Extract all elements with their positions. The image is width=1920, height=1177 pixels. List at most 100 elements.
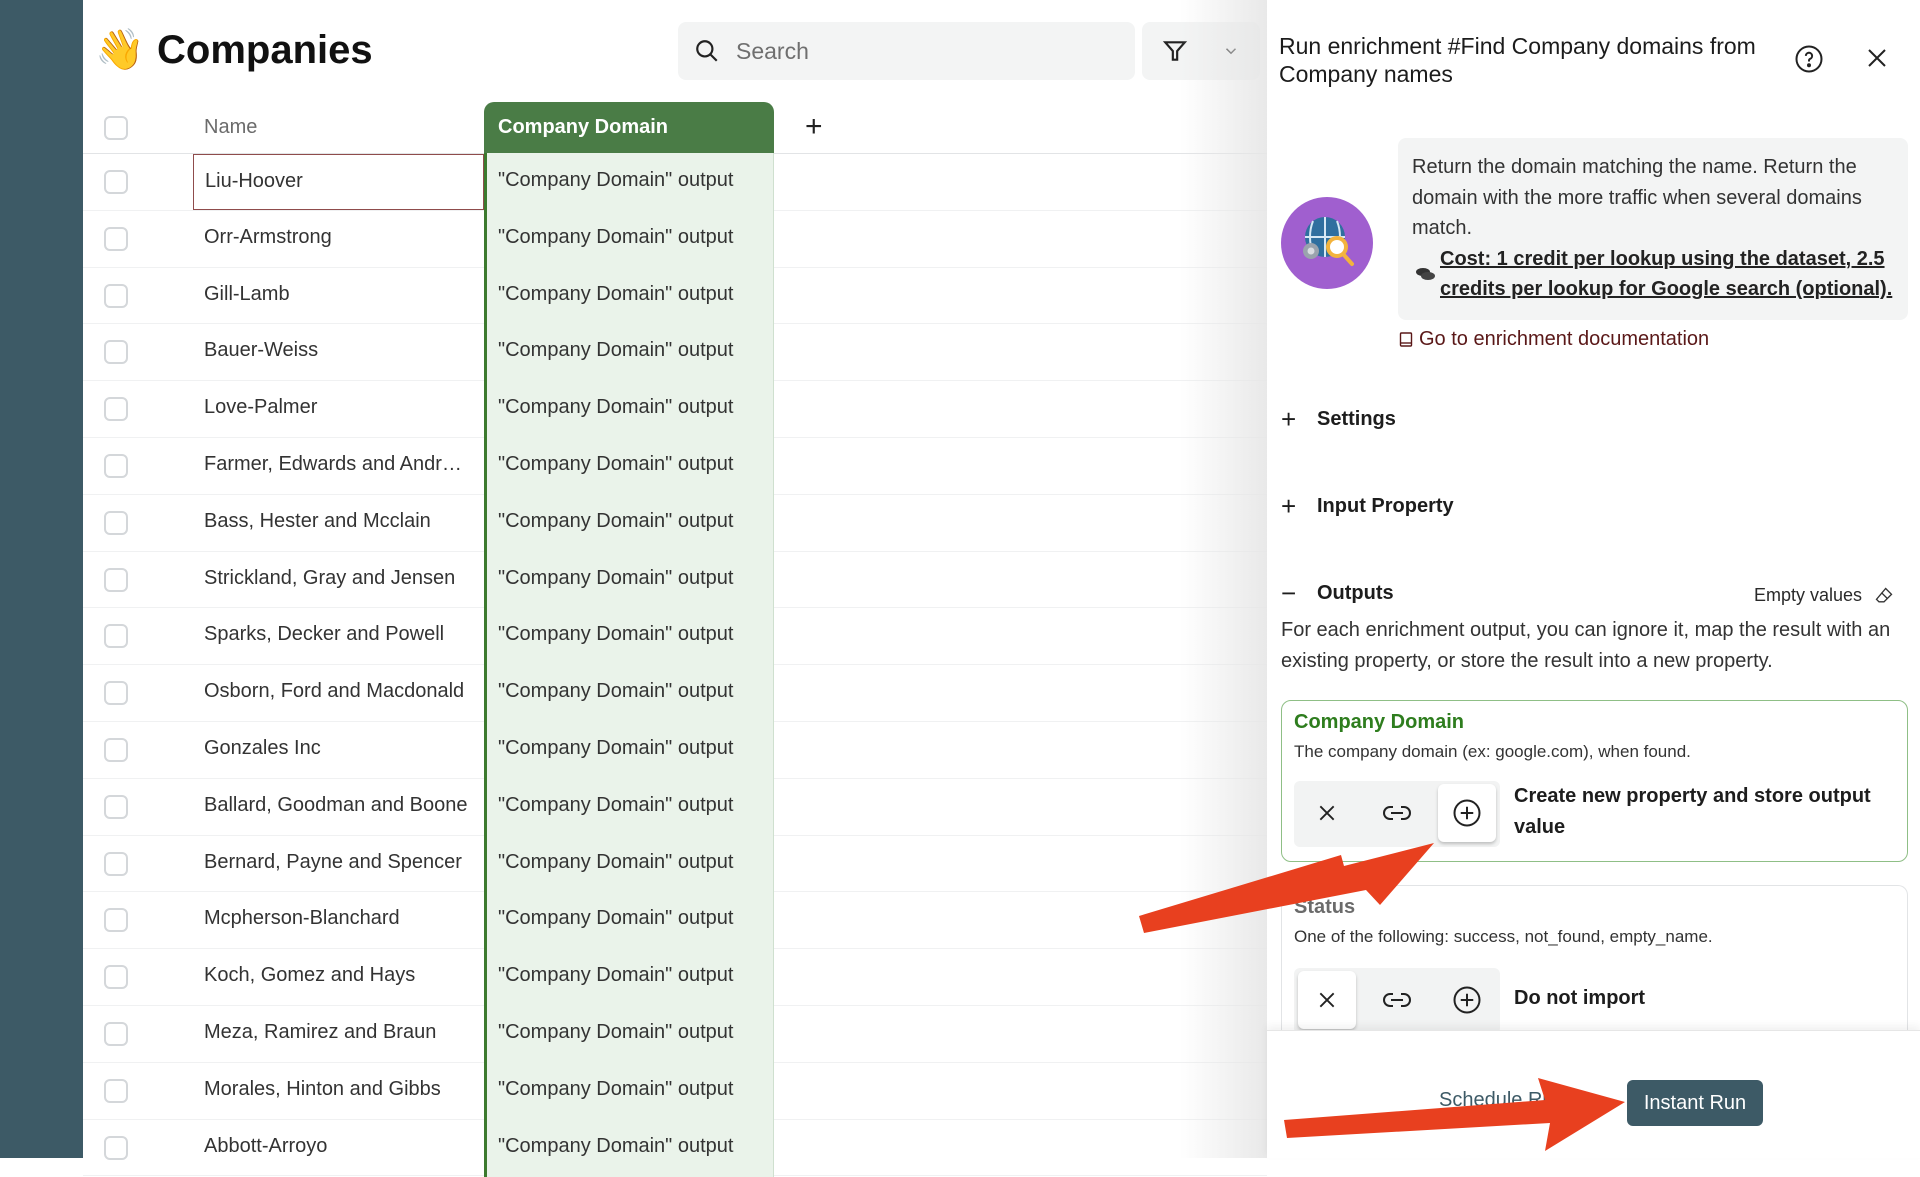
documentation-link[interactable]: Go to enrichment documentation bbox=[1399, 328, 1709, 351]
cell-company-domain[interactable]: "Company Domain" output bbox=[484, 948, 774, 1007]
column-header-company-domain[interactable]: Company Domain bbox=[484, 102, 774, 154]
row-checkbox[interactable] bbox=[104, 794, 128, 819]
row-checkbox[interactable] bbox=[104, 567, 128, 592]
table-row[interactable]: Koch, Gomez and Hays "Company Domain" out… bbox=[83, 948, 1267, 1007]
cell-company-domain[interactable]: "Company Domain" output bbox=[484, 720, 774, 779]
search-box[interactable] bbox=[678, 22, 1135, 80]
help-icon[interactable] bbox=[1794, 44, 1824, 74]
create-option[interactable] bbox=[1438, 784, 1496, 842]
map-option[interactable] bbox=[1368, 971, 1426, 1029]
ignore-option[interactable] bbox=[1298, 784, 1356, 842]
search-input[interactable] bbox=[736, 22, 1116, 80]
cell-name[interactable]: Bauer-Weiss bbox=[193, 324, 484, 380]
table-row[interactable]: Bass, Hester and Mcclain "Company Domain"… bbox=[83, 493, 1267, 552]
cell-name[interactable]: Koch, Gomez and Hays bbox=[193, 949, 484, 1005]
cell-company-domain[interactable]: "Company Domain" output bbox=[484, 1004, 774, 1063]
cell-company-domain[interactable]: "Company Domain" output bbox=[484, 153, 774, 211]
cell-company-domain[interactable]: "Company Domain" output bbox=[484, 777, 774, 836]
cell-company-domain[interactable]: "Company Domain" output bbox=[484, 209, 774, 268]
input-property-section-toggle[interactable]: + Input Property bbox=[1281, 491, 1454, 522]
row-checkbox[interactable] bbox=[104, 851, 128, 876]
cell-company-domain[interactable]: "Company Domain" output bbox=[484, 493, 774, 552]
cell-company-domain[interactable]: "Company Domain" output bbox=[484, 664, 774, 723]
cell-company-domain[interactable]: "Company Domain" output bbox=[484, 323, 774, 382]
table-row[interactable]: Osborn, Ford and Macdonald "Company Domai… bbox=[83, 664, 1267, 723]
cell-name[interactable]: Farmer, Edwards and Andrade bbox=[193, 438, 484, 494]
settings-section-toggle[interactable]: + Settings bbox=[1281, 404, 1396, 435]
table-row[interactable]: Love-Palmer "Company Domain" output bbox=[83, 380, 1267, 439]
cell-company-domain[interactable]: "Company Domain" output bbox=[484, 436, 774, 495]
table-row[interactable]: Liu-Hoover "Company Domain" output bbox=[83, 153, 1267, 211]
row-checkbox[interactable] bbox=[104, 624, 128, 649]
cost-link[interactable]: Cost: 1 credit per lookup using the data… bbox=[1440, 244, 1894, 305]
cell-name[interactable]: Sparks, Decker and Powell bbox=[193, 608, 484, 664]
row-checkbox[interactable] bbox=[104, 965, 128, 990]
cell-company-domain[interactable]: "Company Domain" output bbox=[484, 380, 774, 439]
add-column-button[interactable]: + bbox=[805, 110, 823, 144]
row-checkbox[interactable] bbox=[104, 283, 128, 308]
cell-name[interactable]: Love-Palmer bbox=[193, 381, 484, 437]
row-checkbox[interactable] bbox=[104, 397, 128, 422]
row-checkbox[interactable] bbox=[104, 453, 128, 478]
ignore-option[interactable] bbox=[1298, 971, 1356, 1029]
coins-icon bbox=[1416, 268, 1435, 280]
column-header-name[interactable]: Name bbox=[204, 116, 257, 139]
cell-name[interactable]: Bernard, Payne and Spencer bbox=[193, 836, 484, 892]
cell-name[interactable]: Strickland, Gray and Jensen bbox=[193, 552, 484, 608]
instant-run-button[interactable]: Instant Run bbox=[1627, 1080, 1763, 1126]
row-checkbox[interactable] bbox=[104, 908, 128, 933]
cell-name[interactable]: Morales, Hinton and Gibbs bbox=[193, 1063, 484, 1119]
link-icon bbox=[1383, 806, 1411, 820]
table-row[interactable]: Abbott-Arroyo "Company Domain" output bbox=[83, 1118, 1267, 1177]
cell-name[interactable]: Abbott-Arroyo bbox=[193, 1120, 484, 1176]
cell-name[interactable]: Osborn, Ford and Macdonald bbox=[193, 665, 484, 721]
cell-company-domain[interactable]: "Company Domain" output bbox=[484, 891, 774, 950]
cell-company-domain[interactable]: "Company Domain" output bbox=[484, 1061, 774, 1120]
empty-values-button[interactable]: Empty values bbox=[1754, 585, 1894, 606]
cell-name[interactable]: Gonzales Inc bbox=[193, 722, 484, 778]
plus-icon: + bbox=[1281, 491, 1297, 521]
cell-name[interactable]: Bass, Hester and Mcclain bbox=[193, 495, 484, 551]
table-row[interactable]: Mcpherson-Blanchard "Company Domain" outp… bbox=[83, 891, 1267, 950]
table-row[interactable]: Bauer-Weiss "Company Domain" output bbox=[83, 323, 1267, 382]
row-checkbox[interactable] bbox=[104, 1021, 128, 1046]
cell-company-domain[interactable]: "Company Domain" output bbox=[484, 266, 774, 325]
table-row[interactable]: Sparks, Decker and Powell "Company Domain… bbox=[83, 607, 1267, 666]
table-row[interactable]: Orr-Armstrong "Company Domain" output bbox=[83, 209, 1267, 268]
documentation-link-label: Go to enrichment documentation bbox=[1419, 328, 1710, 350]
create-option[interactable] bbox=[1438, 971, 1496, 1029]
close-icon[interactable] bbox=[1865, 46, 1889, 70]
select-all-checkbox[interactable] bbox=[104, 116, 128, 140]
cell-name[interactable]: Orr-Armstrong bbox=[193, 211, 484, 267]
table-row[interactable]: Gonzales Inc "Company Domain" output bbox=[83, 720, 1267, 779]
cell-company-domain[interactable]: "Company Domain" output bbox=[484, 1118, 774, 1177]
panel-shadow bbox=[1180, 0, 1267, 1158]
table-row[interactable]: Ballard, Goodman and Boone "Company Domai… bbox=[83, 777, 1267, 836]
row-checkbox[interactable] bbox=[104, 170, 128, 194]
table-row[interactable]: Strickland, Gray and Jensen "Company Doma… bbox=[83, 550, 1267, 609]
table-row[interactable]: Bernard, Payne and Spencer "Company Domai… bbox=[83, 834, 1267, 893]
row-checkbox[interactable] bbox=[104, 226, 128, 251]
cell-company-domain[interactable]: "Company Domain" output bbox=[484, 550, 774, 609]
cell-company-domain[interactable]: "Company Domain" output bbox=[484, 607, 774, 666]
row-checkbox[interactable] bbox=[104, 340, 128, 365]
help-icon[interactable] bbox=[1575, 1091, 1597, 1113]
cell-name[interactable]: Gill-Lamb bbox=[193, 268, 484, 324]
row-checkbox[interactable] bbox=[104, 510, 128, 535]
cell-name[interactable]: Mcpherson-Blanchard bbox=[193, 892, 484, 948]
row-checkbox[interactable] bbox=[104, 737, 128, 762]
row-checkbox[interactable] bbox=[104, 681, 128, 706]
cell-company-domain[interactable]: "Company Domain" output bbox=[484, 834, 774, 893]
map-option[interactable] bbox=[1368, 784, 1426, 842]
schedule-run-button[interactable]: Schedule Run bbox=[1439, 1089, 1565, 1112]
cell-name[interactable]: Liu-Hoover bbox=[193, 154, 484, 210]
cell-name[interactable]: Meza, Ramirez and Braun bbox=[193, 1006, 484, 1062]
cell-name[interactable]: Ballard, Goodman and Boone bbox=[193, 779, 484, 835]
table-row[interactable]: Farmer, Edwards and Andrade "Company Doma… bbox=[83, 436, 1267, 495]
row-checkbox[interactable] bbox=[104, 1078, 128, 1103]
row-checkbox[interactable] bbox=[104, 1135, 128, 1160]
table-row[interactable]: Gill-Lamb "Company Domain" output bbox=[83, 266, 1267, 325]
table-row[interactable]: Morales, Hinton and Gibbs "Company Domain… bbox=[83, 1061, 1267, 1120]
outputs-section-toggle[interactable]: − Outputs bbox=[1281, 578, 1394, 609]
table-row[interactable]: Meza, Ramirez and Braun "Company Domain" … bbox=[83, 1004, 1267, 1063]
